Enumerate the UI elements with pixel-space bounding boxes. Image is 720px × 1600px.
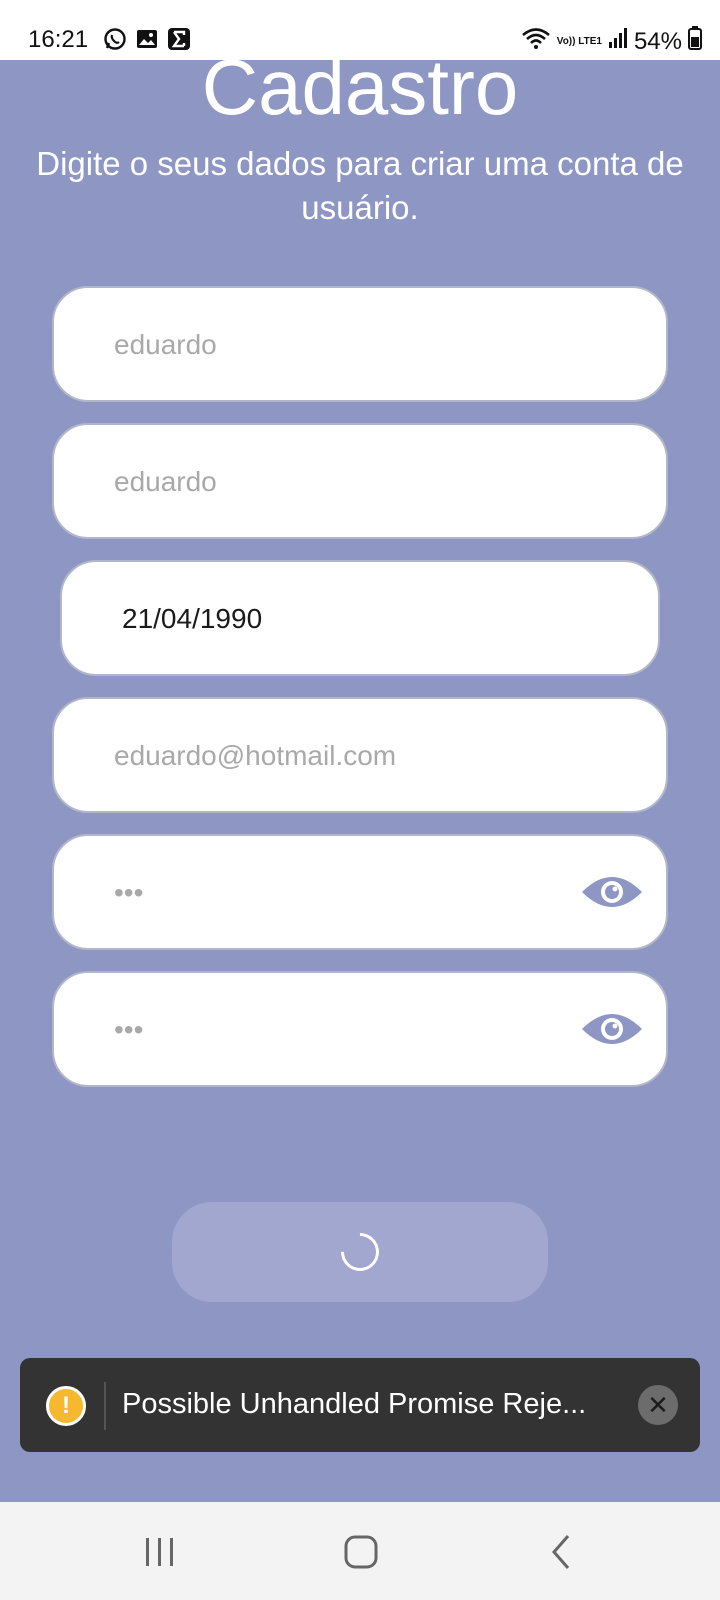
gallery-icon <box>134 26 160 52</box>
email-field[interactable] <box>52 697 668 813</box>
email-input[interactable] <box>112 699 556 813</box>
toast-message: Possible Unhandled Promise Reje... <box>122 1388 587 1420</box>
confirm-password-input[interactable] <box>112 973 556 1087</box>
status-right: Vo)) LTE1 54% <box>521 26 702 57</box>
page-subtitle: Digite o seus dados para criar uma conta… <box>36 145 684 226</box>
birth-date-input[interactable] <box>120 562 564 676</box>
battery-icon <box>688 26 702 57</box>
back-icon[interactable] <box>540 1532 584 1572</box>
network-label: Vo)) LTE1 <box>556 35 602 47</box>
signup-screen: Cadastro Digite o seus dados para criar … <box>0 60 720 1502</box>
password-input[interactable] <box>112 836 556 950</box>
first-name-input[interactable] <box>112 288 556 402</box>
submit-button[interactable] <box>172 1202 548 1302</box>
eye-icon[interactable] <box>580 872 644 912</box>
status-time: 16:21 <box>28 26 89 53</box>
confirm-password-field[interactable] <box>52 971 668 1087</box>
last-name-field[interactable] <box>52 423 668 539</box>
toast-divider <box>104 1382 106 1430</box>
first-name-field[interactable] <box>52 286 668 402</box>
notification-icons <box>102 26 192 52</box>
battery-percent: 54% <box>633 27 682 55</box>
close-icon[interactable]: ✕ <box>638 1385 678 1425</box>
birth-date-field[interactable] <box>60 560 660 676</box>
system-nav-bar <box>0 1502 720 1600</box>
page-title: Cadastro <box>201 60 519 131</box>
status-bar: 16:21 Vo)) LTE1 54% <box>0 0 720 60</box>
whatsapp-icon <box>102 26 128 52</box>
home-icon[interactable] <box>339 1532 383 1572</box>
password-field[interactable] <box>52 834 668 950</box>
error-toast[interactable]: ! Possible Unhandled Promise Reje... ✕ <box>20 1358 700 1452</box>
wifi-icon <box>521 26 551 57</box>
recent-apps-icon[interactable] <box>138 1532 182 1572</box>
loading-spinner-icon <box>333 1225 387 1279</box>
sigma-icon <box>166 26 192 52</box>
signal-icon <box>608 27 628 56</box>
eye-icon[interactable] <box>580 1009 644 1049</box>
warning-icon: ! <box>46 1386 86 1426</box>
last-name-input[interactable] <box>112 425 556 539</box>
